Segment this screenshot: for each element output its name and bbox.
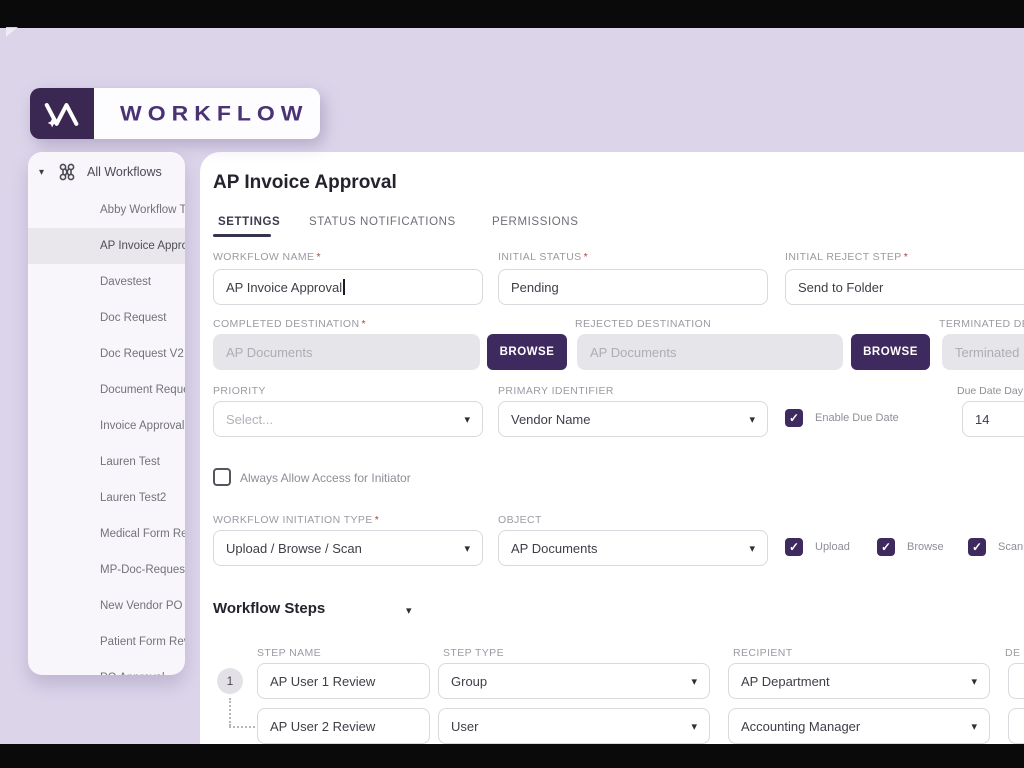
top-black-bar <box>0 0 1024 28</box>
sidebar-item[interactable]: Doc Request <box>28 300 185 336</box>
active-tab-underline <box>213 234 271 237</box>
logo-text: WORKFLOW <box>120 101 309 126</box>
step-type-select[interactable]: Group▾ <box>438 663 710 699</box>
col-step-name: STEP NAME <box>257 647 321 659</box>
object-select[interactable]: AP Documents▾ <box>498 530 768 566</box>
chevron-down-icon: ▾ <box>464 413 470 426</box>
workflow-name-label: WORKFLOW NAME* <box>213 251 321 263</box>
initial-reject-step-label: INITIAL REJECT STEP* <box>785 251 908 263</box>
always-allow-access-checkbox[interactable] <box>213 468 231 486</box>
step-extra-input[interactable] <box>1008 708 1024 744</box>
chevron-down-icon[interactable]: ▾ <box>406 604 412 617</box>
text-cursor <box>343 279 345 295</box>
browse-label: Browse <box>907 541 944 553</box>
logo-mark-va-icon <box>30 88 94 139</box>
step-number-badge: 1 <box>217 668 243 694</box>
check-icon: ✓ <box>789 540 799 554</box>
terminated-destination-input: Terminated I <box>942 334 1024 370</box>
tab-status-notifications[interactable]: STATUS NOTIFICATIONS <box>309 216 456 228</box>
browse-completed-button[interactable]: BROWSE <box>487 334 567 370</box>
page-title: AP Invoice Approval <box>213 172 397 194</box>
chevron-down-icon: ▾ <box>749 413 755 426</box>
check-icon: ✓ <box>881 540 891 554</box>
enable-due-date-label: Enable Due Date <box>815 412 899 424</box>
step-name-input[interactable]: AP User 2 Review <box>257 708 430 744</box>
initial-reject-step-input[interactable]: Send to Folder <box>785 269 1024 305</box>
app-window: WORKFLOW ▾ All Workflows Abby Workflow T… <box>0 0 1024 768</box>
sidebar-item[interactable]: MP-Doc-Request <box>28 552 185 588</box>
sidebar-item-all-workflows[interactable]: ▾ All Workflows <box>28 152 185 192</box>
scan-label: Scan <box>998 541 1023 553</box>
completed-destination-input: AP Documents <box>213 334 480 370</box>
primary-identifier-label: PRIMARY IDENTIFIER <box>498 385 614 397</box>
check-icon: ✓ <box>972 540 982 554</box>
object-label: OBJECT <box>498 514 542 526</box>
chevron-down-icon: ▾ <box>691 675 697 688</box>
rejected-destination-label: REJECTED DESTINATION <box>575 318 711 330</box>
upload-checkbox[interactable]: ✓ <box>785 538 803 556</box>
step-extra-input[interactable] <box>1008 663 1024 699</box>
terminated-destination-label: TERMINATED DE <box>939 318 1024 330</box>
priority-label: PRIORITY <box>213 385 266 397</box>
always-allow-access-label: Always Allow Access for Initiator <box>240 471 411 485</box>
col-extra: DE <box>1005 647 1020 659</box>
col-step-type: STEP TYPE <box>443 647 504 659</box>
step-recipient-select[interactable]: Accounting Manager▾ <box>728 708 990 744</box>
sidebar-item[interactable]: Lauren Test2 <box>28 480 185 516</box>
browse-rejected-button[interactable]: BROWSE <box>851 334 930 370</box>
sidebar-item-selected[interactable]: AP Invoice Approval <box>28 228 185 264</box>
tab-permissions[interactable]: PERMISSIONS <box>492 216 578 228</box>
sidebar-item-clipped[interactable]: PO Approval <box>28 660 185 675</box>
tab-settings[interactable]: SETTINGS <box>218 216 280 228</box>
due-date-day-label: Due Date Day <box>957 385 1023 397</box>
bottom-black-bar <box>0 744 1024 768</box>
step-recipient-select[interactable]: AP Department▾ <box>728 663 990 699</box>
step-connector-horizontal <box>229 726 255 728</box>
rejected-destination-input: AP Documents <box>577 334 843 370</box>
chevron-down-icon: ▾ <box>691 720 697 733</box>
priority-select[interactable]: Select...▾ <box>213 401 483 437</box>
initial-status-input[interactable]: Pending <box>498 269 768 305</box>
sidebar-item[interactable]: Invoice Approval <box>28 408 185 444</box>
initial-status-label: INITIAL STATUS* <box>498 251 588 263</box>
chevron-down-icon: ▾ <box>464 542 470 555</box>
sidebar-item[interactable]: Document Request <box>28 372 185 408</box>
upload-label: Upload <box>815 541 850 553</box>
due-date-day-input[interactable]: 14 <box>962 401 1024 437</box>
logo-wordmark: WORKFLOW <box>94 88 320 139</box>
workflow-initiation-type-select[interactable]: Upload / Browse / Scan▾ <box>213 530 483 566</box>
sidebar-header-label: All Workflows <box>87 165 162 179</box>
workflow-name-input[interactable]: AP Invoice Approval <box>213 269 483 305</box>
sidebar-item[interactable]: Abby Workflow Test <box>28 192 185 228</box>
sidebar-item[interactable]: Davestest <box>28 264 185 300</box>
step-name-input[interactable]: AP User 1 Review <box>257 663 430 699</box>
sidebar-item[interactable]: New Vendor PO Workflow <box>28 588 185 624</box>
sidebar-item[interactable]: Lauren Test <box>28 444 185 480</box>
decor-wedge <box>6 27 18 37</box>
workflow-sidebar: ▾ All Workflows Abby Workflow Test AP In… <box>28 152 185 675</box>
chevron-down-icon: ▾ <box>971 675 977 688</box>
browse-checkbox[interactable]: ✓ <box>877 538 895 556</box>
enable-due-date-checkbox[interactable]: ✓ <box>785 409 803 427</box>
workflows-icon <box>55 160 79 184</box>
chevron-down-icon: ▾ <box>971 720 977 733</box>
workflow-initiation-type-label: WORKFLOW INITIATION TYPE* <box>213 514 379 526</box>
check-icon: ✓ <box>789 411 799 425</box>
col-recipient: RECIPIENT <box>733 647 793 659</box>
app-logo: WORKFLOW <box>30 88 320 139</box>
step-connector-vertical <box>229 698 231 726</box>
primary-identifier-select[interactable]: Vendor Name▾ <box>498 401 768 437</box>
sidebar-item[interactable]: Medical Form Redaction <box>28 516 185 552</box>
workflow-steps-heading: Workflow Steps <box>213 600 325 617</box>
sidebar-item[interactable]: Patient Form Review <box>28 624 185 660</box>
chevron-down-icon[interactable]: ▾ <box>39 167 55 178</box>
sidebar-item[interactable]: Doc Request V2 <box>28 336 185 372</box>
scan-checkbox[interactable]: ✓ <box>968 538 986 556</box>
chevron-down-icon: ▾ <box>749 542 755 555</box>
step-type-select[interactable]: User▾ <box>438 708 710 744</box>
main-panel: AP Invoice Approval SETTINGS STATUS NOTI… <box>200 152 1024 768</box>
completed-destination-label: COMPLETED DESTINATION* <box>213 318 366 330</box>
